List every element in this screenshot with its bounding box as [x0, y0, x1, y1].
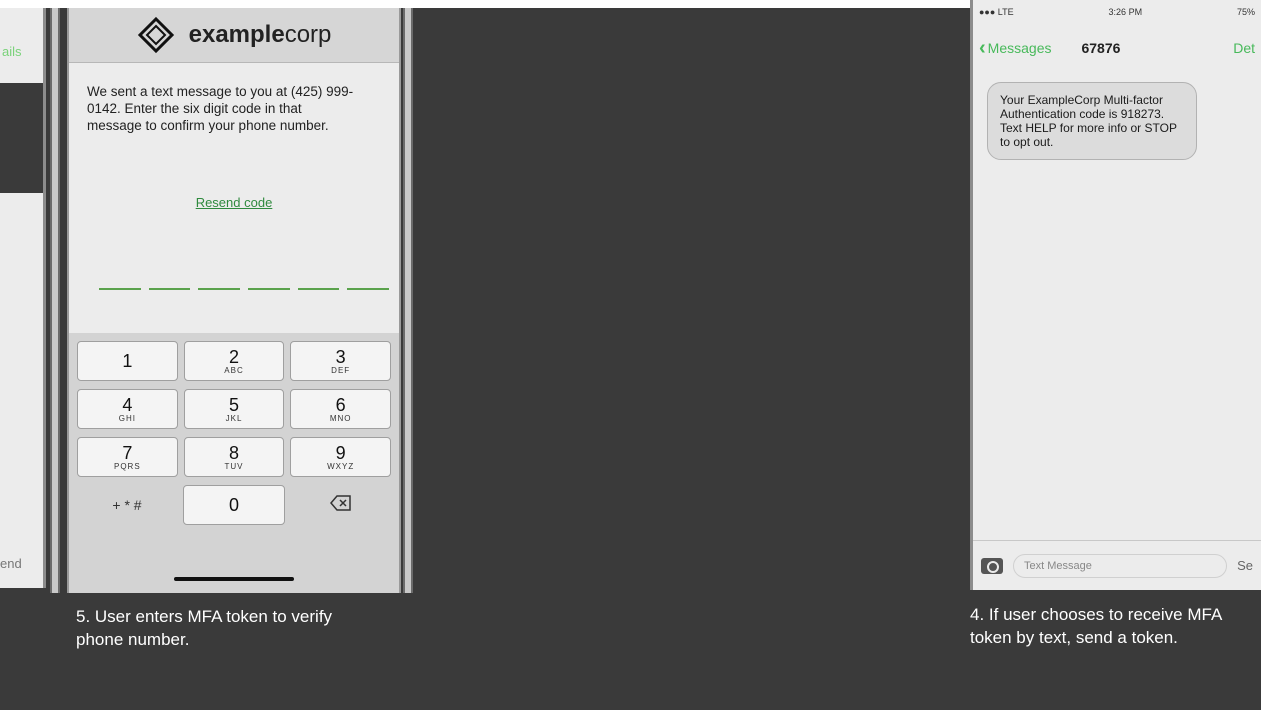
key-8[interactable]: 8 TUV — [183, 437, 285, 477]
phone-edge — [50, 8, 60, 593]
home-indicator — [174, 577, 294, 581]
key-6[interactable]: 6 MNO — [290, 389, 392, 429]
key-delete[interactable] — [291, 485, 391, 525]
key-5[interactable]: 5 JKL — [183, 389, 285, 429]
details-button[interactable]: Det — [1233, 40, 1255, 56]
status-bar: ●●● LTE 3:26 PM 75% — [973, 0, 1261, 24]
key-symbols[interactable]: + * # — [77, 485, 177, 525]
verification-message: We sent a text message to you at (425) 9… — [87, 84, 354, 133]
backspace-icon — [330, 494, 352, 516]
center-phone: examplecorp We sent a text message to yo… — [67, 8, 401, 593]
left-bottom-fragment[interactable]: end — [0, 556, 22, 571]
message-input[interactable]: Text Message — [1013, 553, 1228, 578]
caption-step-4: 4. If user chooses to receive MFA token … — [970, 605, 1222, 647]
chevron-left-icon: ‹ — [979, 36, 986, 59]
key-0[interactable]: 0 — [183, 485, 285, 525]
send-button[interactable]: Se — [1237, 558, 1253, 573]
sms-bubble: Your ExampleCorp Multi-factor Authentica… — [987, 82, 1197, 160]
resend-code-link[interactable]: Resend code — [69, 195, 399, 210]
left-nav-fragment[interactable]: ails — [2, 44, 22, 59]
conversation-title: 67876 — [1081, 40, 1121, 56]
phone-edge — [403, 8, 413, 593]
code-digit-slot[interactable] — [148, 288, 191, 290]
back-button[interactable]: ‹ Messages — [979, 37, 1051, 60]
key-1[interactable]: 1 — [77, 341, 178, 381]
brand-name: examplecorp — [188, 21, 332, 48]
message-composer: Text Message Se — [973, 540, 1261, 590]
battery-label: 75% — [1236, 7, 1255, 17]
key-2[interactable]: 2 ABC — [183, 341, 285, 381]
caption-step-5: 5. User enters MFA token to verify phone… — [76, 607, 333, 649]
key-7[interactable]: 7 PQRS — [77, 437, 178, 477]
clock-label: 3:26 PM — [1108, 7, 1143, 17]
brand-header: examplecorp — [69, 8, 399, 63]
code-digit-slot[interactable] — [99, 288, 141, 290]
code-digit-slot[interactable] — [198, 288, 241, 290]
camera-icon[interactable] — [981, 557, 1003, 574]
messages-nav: ‹ Messages 67876 Det — [973, 24, 1261, 72]
examplecorp-logo-icon — [137, 16, 175, 54]
right-phone: ●●● LTE 3:26 PM 75% ‹ Messages 67876 Det… — [970, 0, 1261, 590]
left-dark-band — [0, 83, 43, 193]
carrier-label: ●●● LTE — [979, 7, 1014, 17]
code-digit-slot[interactable] — [297, 288, 340, 290]
key-4[interactable]: 4 GHI — [77, 389, 178, 429]
code-digit-slot[interactable] — [248, 288, 290, 290]
key-9[interactable]: 9 WXYZ — [290, 437, 392, 477]
key-3[interactable]: 3 DEF — [290, 341, 392, 381]
screenshot-stage: ails end examplecorp We sent a text mess… — [0, 0, 1261, 710]
code-digit-slot[interactable] — [347, 288, 390, 290]
numeric-keypad: 1 2 ABC 3 DEF 4 GHI 5 JKL 6 MNO 7 PQRS 8 TUV 9W… — [69, 333, 399, 593]
left-phone-fragment: ails end — [0, 8, 46, 588]
code-input[interactable] — [99, 288, 390, 290]
